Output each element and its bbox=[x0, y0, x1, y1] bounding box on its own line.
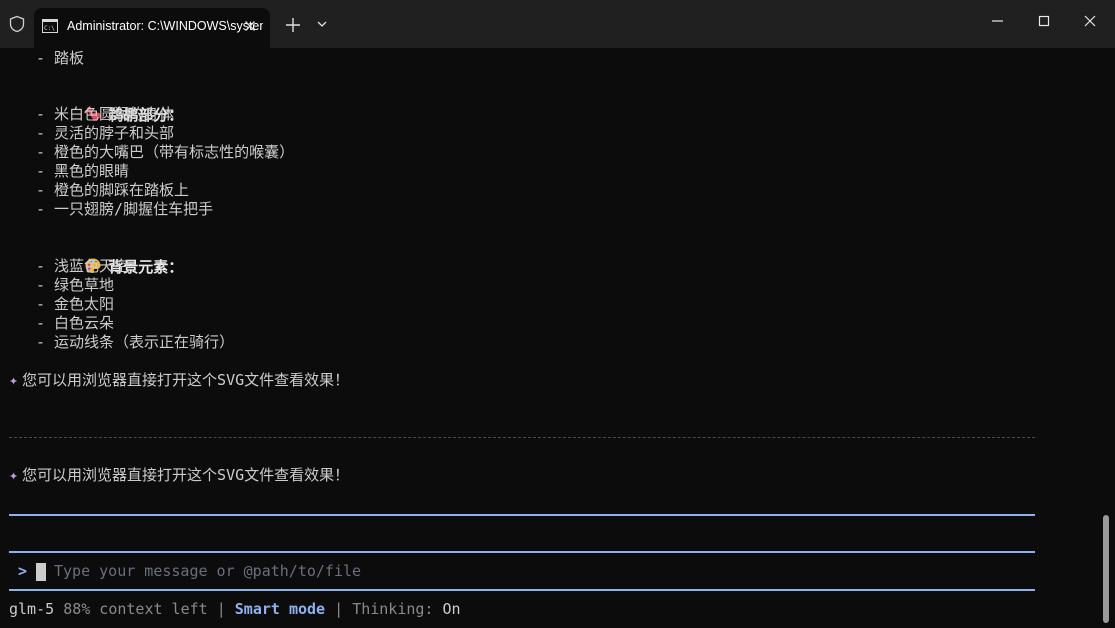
terminal-output: - 踏板 鹈鹕部分： - 米白色圆润的身体 - 灵活的脖子和头部 - 橙色的大嘴… bbox=[0, 48, 1100, 628]
assistant-message: ✦ 您可以用浏览器直接打开这个SVG文件查看效果！ bbox=[9, 466, 349, 485]
mode-indicator: Smart mode bbox=[234, 600, 326, 618]
separator: | bbox=[334, 600, 344, 618]
model-name: glm-5 bbox=[9, 600, 55, 618]
list-item: - 踏板 bbox=[36, 49, 85, 67]
thinking-label: Thinking: bbox=[352, 600, 434, 618]
message-text: 您可以用浏览器直接打开这个SVG文件查看效果！ bbox=[22, 466, 350, 484]
sparkle-icon: ✦ bbox=[9, 466, 19, 484]
terminal-window: C:\ Administrator: C:\WINDOWS\system32\c… bbox=[0, 0, 1115, 628]
maximize-icon[interactable] bbox=[1034, 11, 1054, 31]
list-item: - 运动线条（表示正在骑行） bbox=[36, 333, 235, 351]
sparkle-icon: ✦ bbox=[9, 371, 19, 389]
list-item: - 金色太阳 bbox=[36, 295, 115, 313]
terminal-icon: C:\ bbox=[42, 19, 58, 33]
list-item: - 浅蓝色天空 bbox=[36, 257, 130, 275]
prompt-symbol: > bbox=[18, 562, 28, 580]
text-cursor bbox=[36, 563, 46, 581]
plus-icon[interactable] bbox=[282, 14, 304, 36]
thinking-value: On bbox=[442, 600, 461, 618]
chevron-down-icon[interactable] bbox=[314, 16, 330, 32]
list-item: - 橙色的大嘴巴（带有标志性的喉囊） bbox=[36, 143, 295, 161]
separator: | bbox=[216, 600, 226, 618]
tab-active[interactable]: C:\ Administrator: C:\WINDOWS\system32\c… bbox=[34, 8, 270, 48]
tab-title: Administrator: C:\WINDOWS\system32\cmd.e… bbox=[67, 19, 263, 33]
list-item: - 灵活的脖子和头部 bbox=[36, 124, 175, 142]
shield-icon bbox=[9, 15, 25, 33]
list-item: - 橙色的脚踩在踏板上 bbox=[36, 181, 190, 199]
scrollbar-thumb[interactable] bbox=[1103, 515, 1109, 623]
divider bbox=[9, 514, 1035, 516]
message-text: 您可以用浏览器直接打开这个SVG文件查看效果！ bbox=[22, 371, 350, 389]
title-bar: C:\ Administrator: C:\WINDOWS\system32\c… bbox=[0, 0, 1115, 48]
input-box-top-border bbox=[9, 551, 1035, 553]
section-heading: 鹈鹕部分： bbox=[30, 86, 183, 124]
section-heading: 背景元素： bbox=[30, 238, 183, 276]
list-item: - 一只翅膀/脚握住车把手 bbox=[36, 200, 214, 218]
list-item: - 米白色圆润的身体 bbox=[36, 105, 175, 123]
divider bbox=[9, 437, 1035, 438]
context-remaining: 88% context left bbox=[63, 600, 208, 618]
input-box-bottom-border bbox=[9, 589, 1035, 591]
list-item: - 白色云朵 bbox=[36, 314, 115, 332]
minimize-icon[interactable] bbox=[986, 13, 1010, 29]
status-bar: glm-5 88% context left | Smart mode | Th… bbox=[9, 599, 461, 619]
message-input[interactable]: Type your message or @path/to/file bbox=[54, 561, 361, 581]
svg-text:C:\: C:\ bbox=[44, 25, 55, 32]
list-item: - 绿色草地 bbox=[36, 276, 115, 294]
close-icon[interactable] bbox=[1080, 11, 1100, 31]
assistant-message: ✦ 您可以用浏览器直接打开这个SVG文件查看效果！ bbox=[9, 371, 349, 390]
list-item: - 黑色的眼睛 bbox=[36, 162, 130, 180]
close-icon[interactable] bbox=[242, 18, 258, 34]
